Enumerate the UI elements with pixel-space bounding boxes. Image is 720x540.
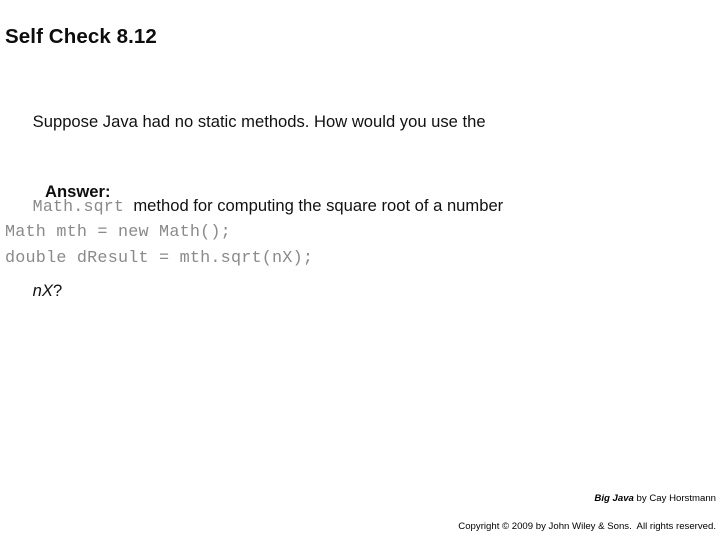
question-line-1: Suppose Java had no static methods. How … xyxy=(5,80,711,164)
footer-copyright: Copyright © 2009 by John Wiley & Sons. A… xyxy=(458,521,716,532)
question-line-1-text: Suppose Java had no static methods. How … xyxy=(32,112,486,131)
footer-author: by Cay Horstmann xyxy=(633,493,716,504)
code-line: double dResult = mth.sqrt(nX); xyxy=(5,249,314,268)
question-line-3-text: ? xyxy=(52,281,63,300)
footer-book-title: Big Java xyxy=(594,493,634,504)
question-body: Suppose Java had no static methods. How … xyxy=(5,80,711,333)
footer-attribution-line: Big Java by Cay Horstmann xyxy=(458,478,716,520)
code-block: Math mth = new Math(); double dResult = … xyxy=(5,220,313,272)
code-line: Math mth = new Math(); xyxy=(5,223,231,242)
slide-footer: Big Java by Cay Horstmann Copyright © 20… xyxy=(458,478,716,534)
variable-nx: nX xyxy=(32,281,53,300)
slide-canvas: Self Check 8.12 Suppose Java had no stat… xyxy=(0,0,720,540)
question-line-2-text: method for computing the square root of … xyxy=(133,196,504,215)
answer-label: Answer: xyxy=(45,182,111,201)
page-title: Self Check 8.12 xyxy=(5,25,157,48)
